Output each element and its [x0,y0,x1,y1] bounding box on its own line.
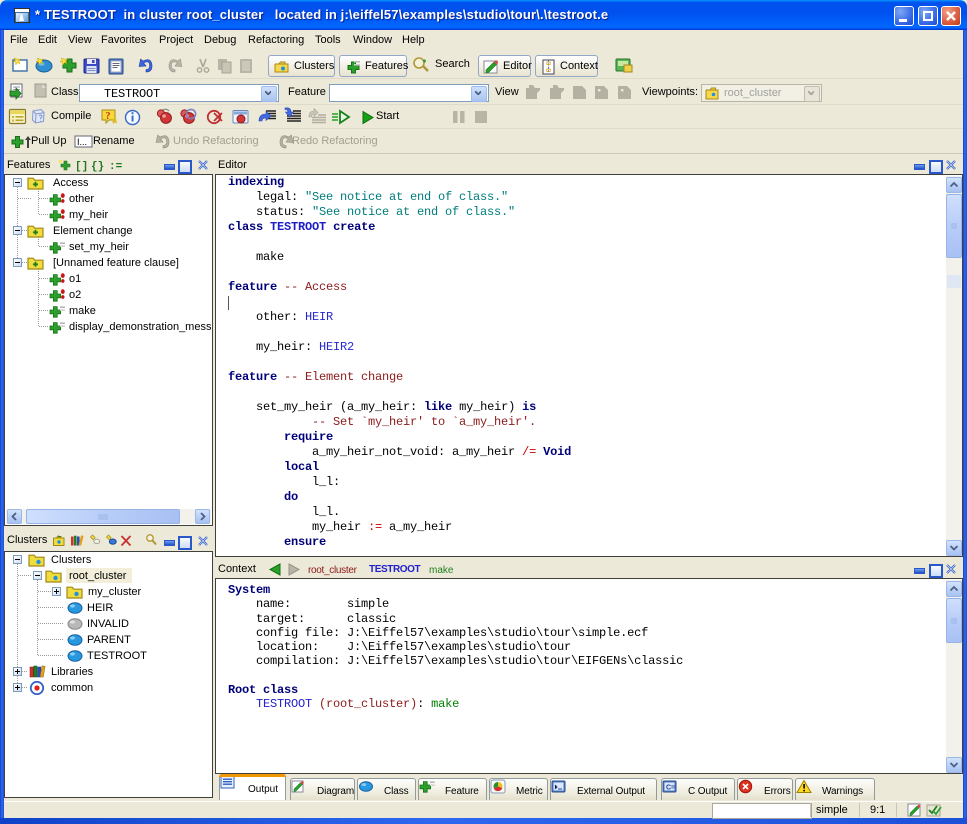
svg-text::=: := [109,161,123,172]
svg-text:?: ? [106,111,111,122]
svg-text:C=: C= [666,785,675,792]
svg-text:{}: {} [91,161,104,172]
svg-text:I...: I... [77,137,87,147]
svg-text:[]: [] [75,161,88,172]
